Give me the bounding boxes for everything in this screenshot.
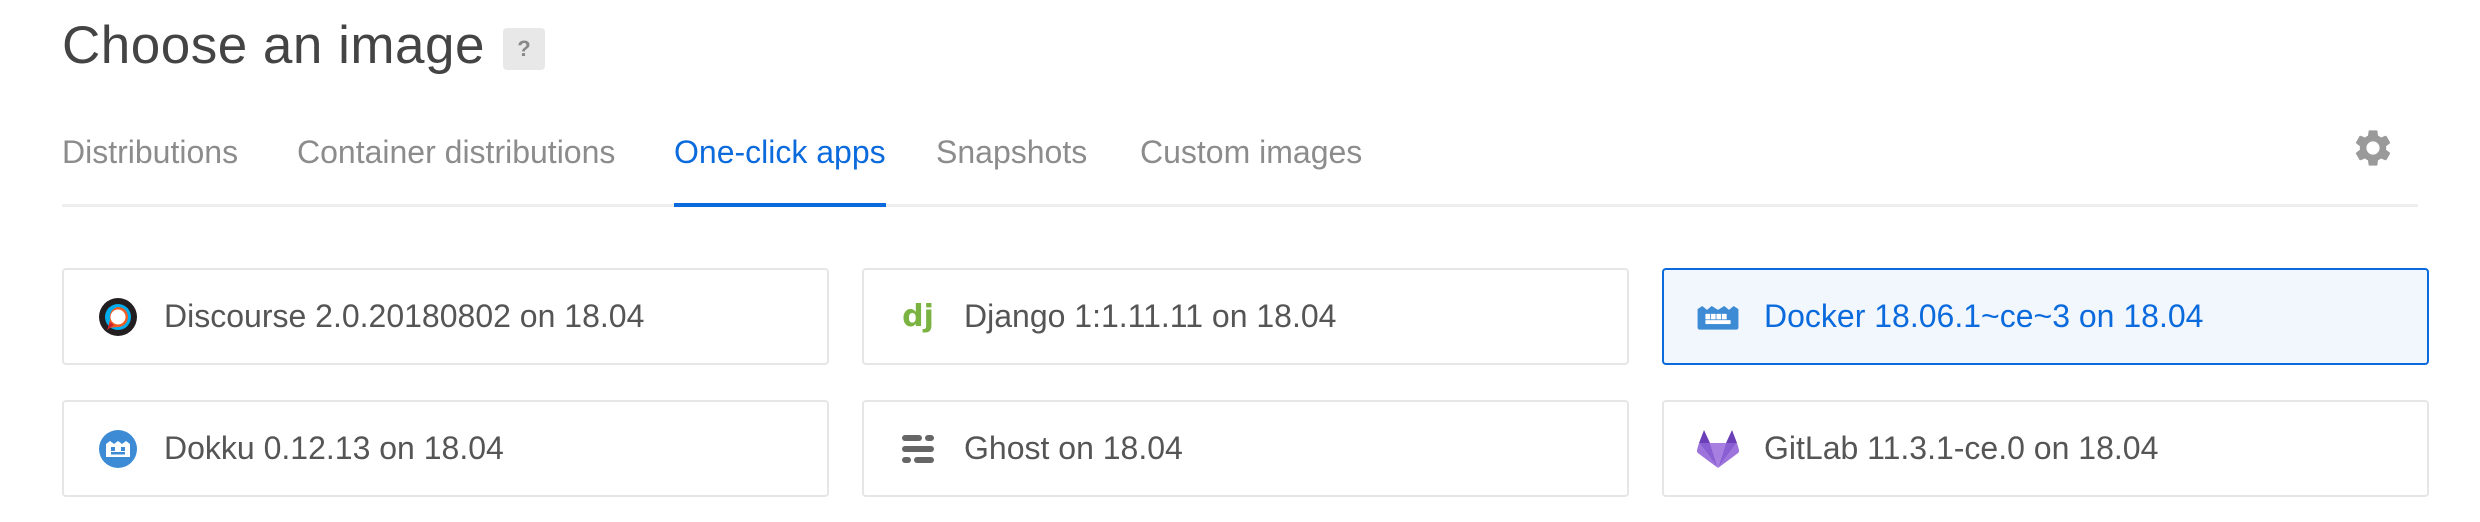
app-card-gitlab[interactable]: GitLab 11.3.1-ce.0 on 18.04 <box>1662 400 2429 497</box>
title-row: Choose an image ? <box>62 14 545 78</box>
tab-one-click-apps[interactable]: One-click apps <box>674 124 886 207</box>
docker-icon <box>1696 295 1740 339</box>
app-card-label: Dokku 0.12.13 on 18.04 <box>164 430 504 466</box>
svg-text:dj: dj <box>902 299 934 334</box>
app-card-dokku[interactable]: Dokku 0.12.13 on 18.04 <box>62 400 829 497</box>
tab-container-distributions[interactable]: Container distributions <box>297 124 615 204</box>
tab-distributions[interactable]: Distributions <box>62 124 238 204</box>
tab-snapshots[interactable]: Snapshots <box>936 124 1087 204</box>
ghost-icon <box>896 427 940 471</box>
app-card-discourse[interactable]: Discourse 2.0.20180802 on 18.04 <box>62 268 829 365</box>
gear-icon <box>2355 130 2391 166</box>
django-icon: dj <box>896 295 940 339</box>
dokku-icon <box>96 427 140 471</box>
app-card-label: Django 1:1.11.11 on 18.04 <box>964 298 1337 334</box>
tab-custom-images[interactable]: Custom images <box>1140 124 1362 204</box>
app-card-docker[interactable]: Docker 18.06.1~ce~3 on 18.04 <box>1662 268 2429 365</box>
app-card-label: Docker 18.06.1~ce~3 on 18.04 <box>1764 298 2204 334</box>
image-tabs: Distributions Container distributions On… <box>62 124 2418 207</box>
choose-image-panel: Choose an image ? Distributions Containe… <box>0 0 2480 522</box>
page-title: Choose an image <box>62 16 485 75</box>
app-card-label: GitLab 11.3.1-ce.0 on 18.04 <box>1764 430 2159 466</box>
app-card-label: Discourse 2.0.20180802 on 18.04 <box>164 298 645 334</box>
settings-button[interactable] <box>2351 126 2395 170</box>
discourse-icon <box>96 295 140 339</box>
app-card-django[interactable]: dj Django 1:1.11.11 on 18.04 <box>862 268 1629 365</box>
app-card-label: Ghost on 18.04 <box>964 430 1183 466</box>
help-button[interactable]: ? <box>502 28 545 70</box>
gitlab-icon <box>1696 427 1740 471</box>
app-card-ghost[interactable]: Ghost on 18.04 <box>862 400 1629 497</box>
